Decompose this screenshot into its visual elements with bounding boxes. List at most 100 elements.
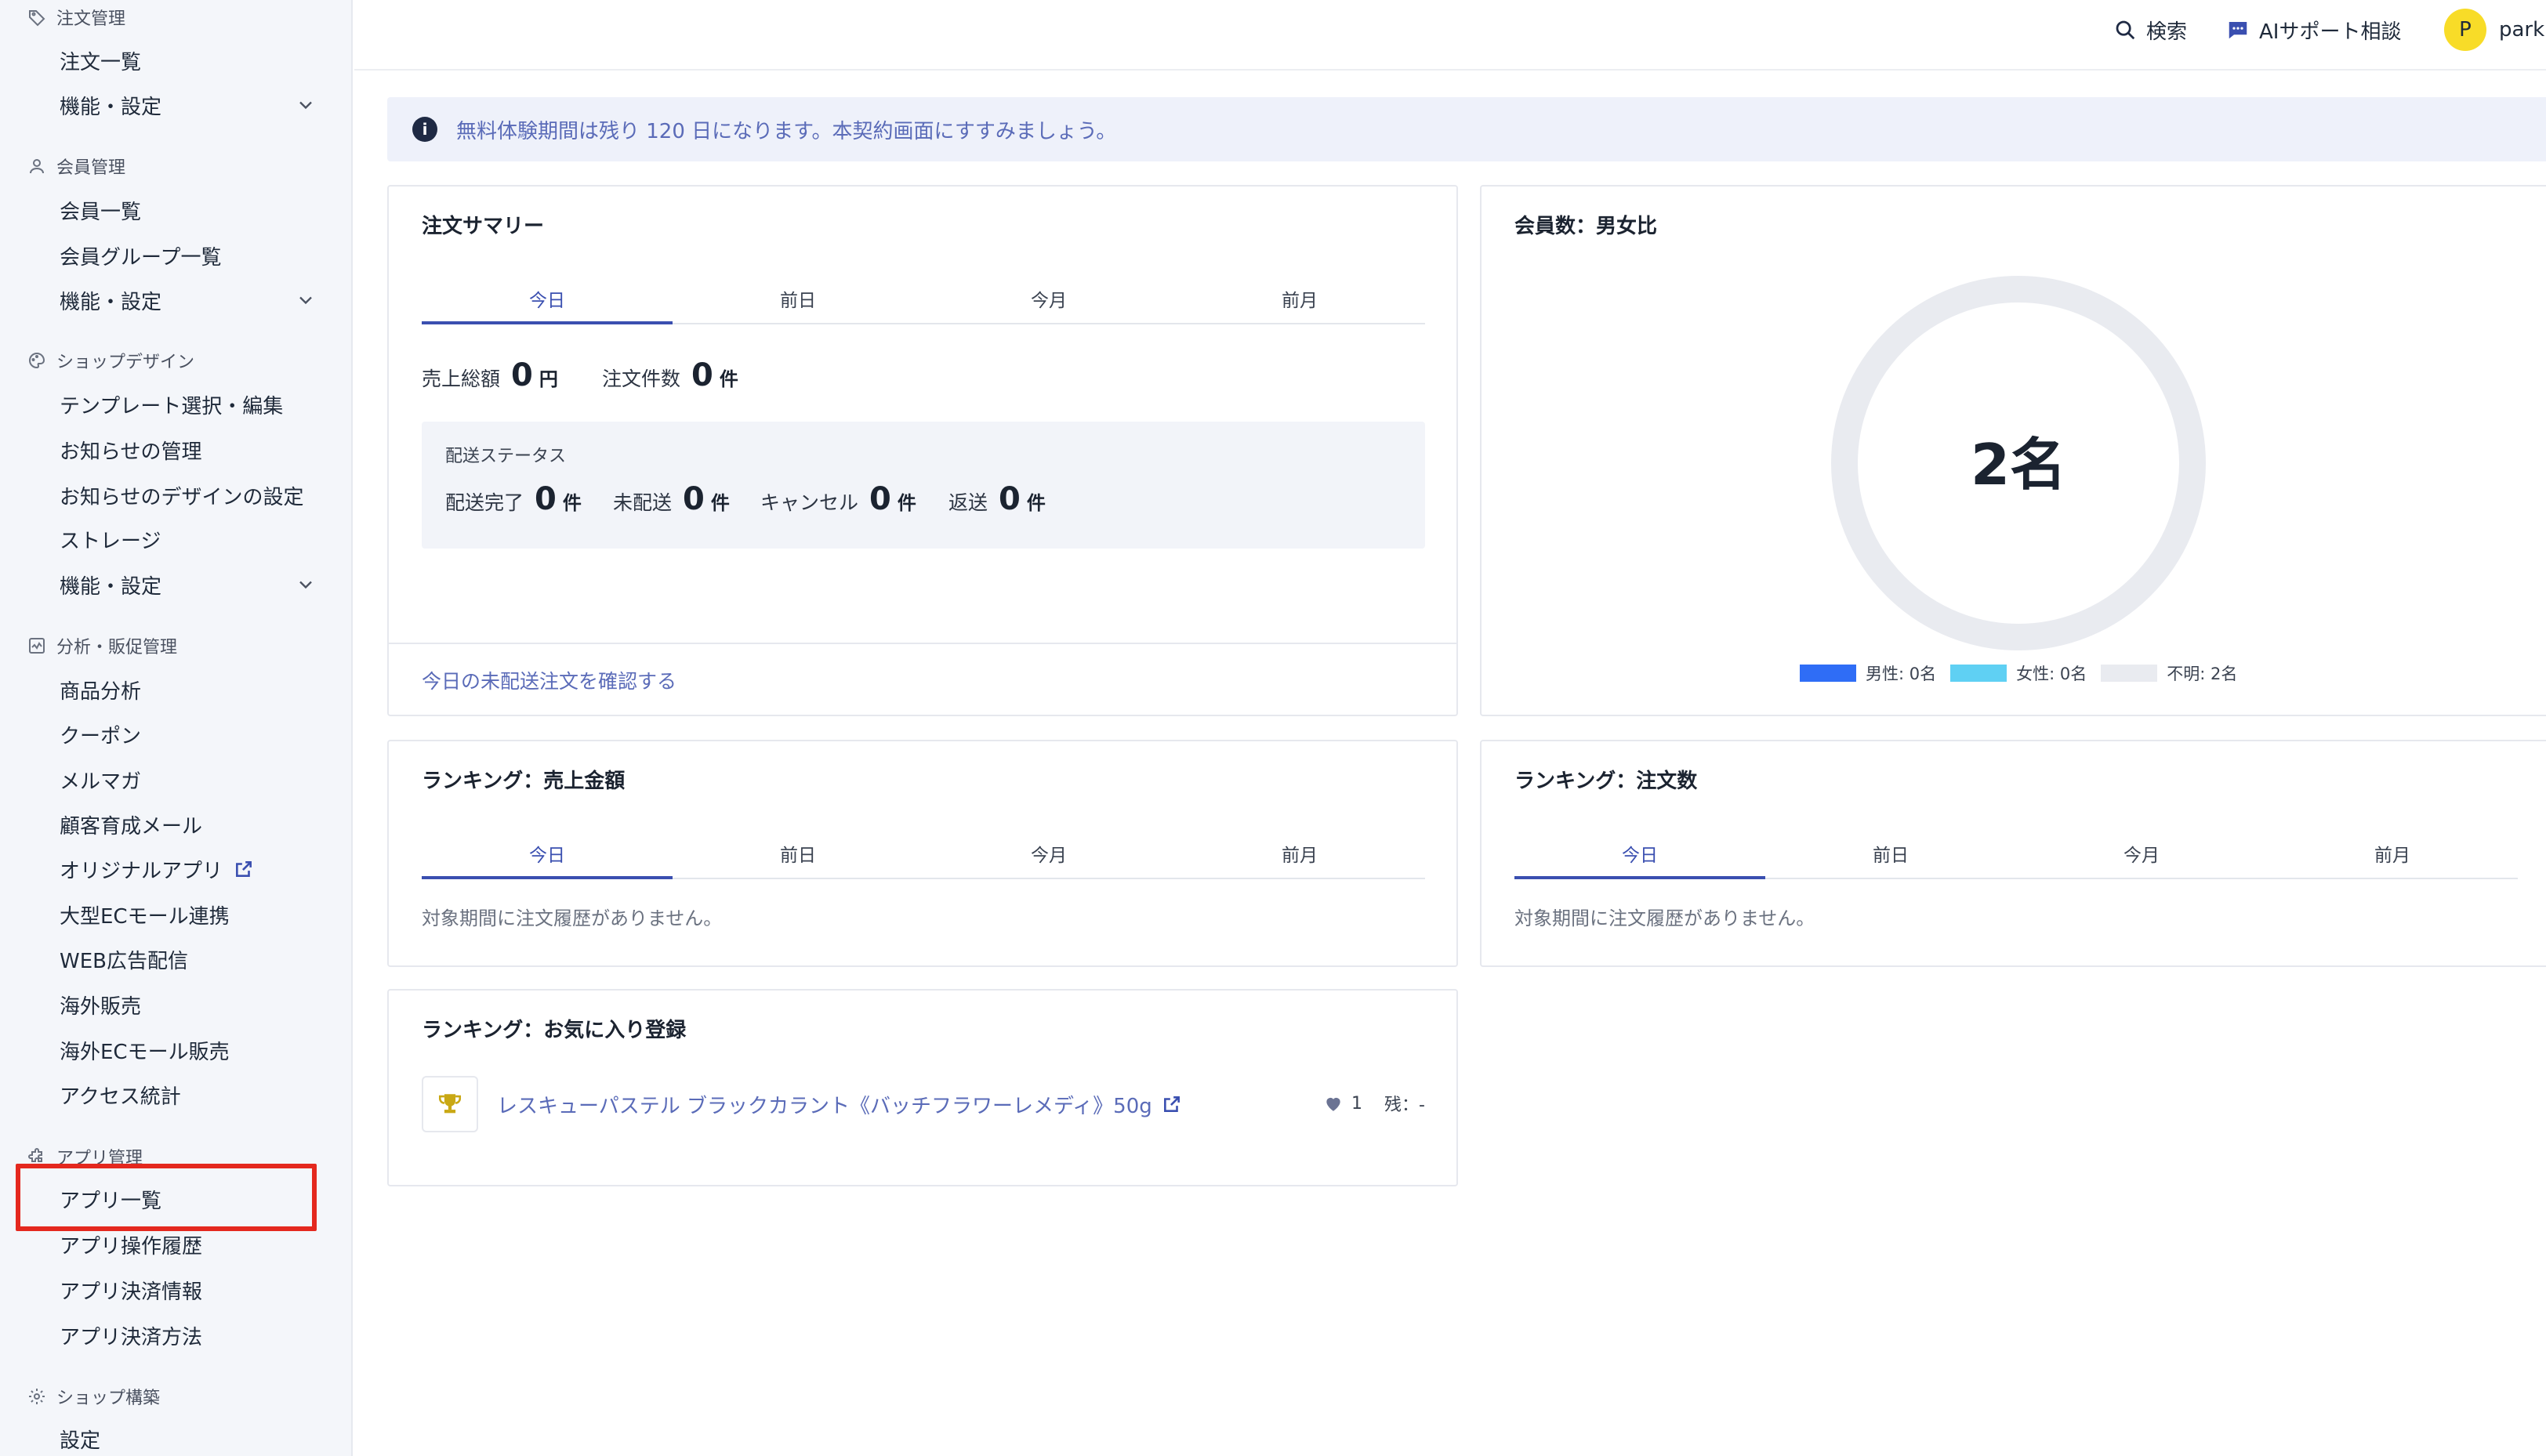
external-link-icon [236,861,252,877]
sidebar-item-order-settings[interactable]: 機能・設定 [60,88,312,122]
search-icon [2116,20,2135,40]
tab-today[interactable]: 今日 [422,829,673,879]
tab-last-month[interactable]: 前月 [2267,829,2518,878]
section-order-management: 注文管理 [27,2,125,33]
stock-count: 残：- [1384,1096,1425,1115]
empty-message: 対象期間に注文履歴がありません。 [422,907,723,929]
sidebar-item-overseas-sales[interactable]: 海外販売 [60,987,141,1022]
tag-icon [27,7,47,27]
tab-yesterday[interactable]: 前日 [673,274,923,323]
sidebar-item-app-payment-method[interactable]: アプリ決済方法 [60,1318,202,1353]
sidebar-item-ec-mall[interactable]: 大型ECモール連携 [60,897,230,932]
sidebar-item-coupon[interactable]: クーポン [60,717,141,752]
ranking-sales-card: ランキング：売上金額 今日 前日 今月 前月 対象期間に注文履歴がありません。 [387,740,1458,967]
tab-yesterday[interactable]: 前日 [673,829,923,878]
trial-banner: i 無料体験期間は残り 120 日になります。本契約画面にすすみましょう。 [387,97,2546,161]
sidebar-item-news-management[interactable]: お知らせの管理 [60,433,201,467]
sidebar-item-settings[interactable]: 設定 [60,1422,100,1456]
section-member-management: 会員管理 [27,150,125,182]
tab-last-month[interactable]: 前月 [1174,829,1425,878]
tab-yesterday[interactable]: 前日 [1765,829,2016,878]
highlight-box [16,1164,317,1231]
period-tabs: 今日 前日 今月 前月 [422,274,1425,324]
heart-icon [1326,1097,1340,1111]
sidebar-item-original-app[interactable]: オリジナルアプリ [60,852,254,886]
tab-this-month[interactable]: 今月 [923,829,1174,878]
unshipped-orders-link[interactable]: 今日の未配送注文を確認する [422,666,676,694]
sidebar-item-news-design[interactable]: お知らせのデザインの設定 [60,478,303,512]
section-shop-build: ショップ構築 [27,1381,160,1412]
tab-today[interactable]: 今日 [1514,829,1765,879]
legend-unknown: 不明: 2名 [2101,661,2237,685]
user-menu[interactable]: P park [2444,8,2544,52]
card-title: 会員数：男女比 [1514,215,1658,238]
top-bar: 検索 AIサポート相談 P park [354,0,2546,71]
sidebar-item-web-ads[interactable]: WEB広告配信 [60,942,188,976]
gear-icon [27,1386,47,1407]
shipping-status-title: 配送ステータス [445,447,567,466]
sidebar-item-overseas-ec-mall[interactable]: 海外ECモール販売 [60,1033,230,1067]
palette-icon [27,350,47,371]
member-gender-card: 会員数：男女比 2名 男性: 0名 女性: 0名 不明: 2名 [1480,185,2546,716]
user-name: park [2499,18,2545,42]
period-tabs: 今日 前日 今月 前月 [422,829,1425,879]
gender-donut-chart: 2名 [1831,276,2206,650]
user-icon [27,156,47,176]
avatar: P [2444,9,2486,51]
card-title: 注文サマリー [422,215,545,238]
section-analytics: 分析・販促管理 [27,630,177,661]
order-count: 注文件数 0 件 [602,357,738,393]
sidebar-item-member-group-list[interactable]: 会員グループ一覧 [60,238,221,273]
shipping-cancelled: キャンセル 0 件 [760,481,916,517]
period-tabs: 今日 前日 今月 前月 [1514,829,2518,879]
empty-message: 対象期間に注文履歴がありません。 [1514,907,1815,929]
chat-icon [2229,22,2247,39]
tab-this-month[interactable]: 今月 [923,274,1174,323]
chevron-down-icon [299,296,312,305]
sidebar-item-order-list[interactable]: 注文一覧 [60,43,141,78]
favorite-stats: 1 残：- [1323,1091,1425,1116]
sidebar-item-template-edit[interactable]: テンプレート選択・編集 [60,387,283,422]
member-total: 2名 [1971,432,2066,498]
section-shop-design: ショップデザイン [27,345,194,376]
sidebar-item-design-settings[interactable]: 機能・設定 [60,567,312,602]
sidebar-item-app-history[interactable]: アプリ操作履歴 [60,1227,202,1262]
tab-this-month[interactable]: 今月 [2016,829,2267,878]
list-item: レスキューパステル ブラックカラント《バッチフラワーレメディ》50g 1 残：- [422,1076,1425,1132]
card-divider [389,643,1456,644]
sales-total: 売上総額 0 円 [422,357,558,393]
tab-last-month[interactable]: 前月 [1174,274,1425,323]
ranking-favorites-card: ランキング：お気に入り登録 レスキューパステル ブラックカラント《バッチフラワー… [387,989,1458,1186]
legend-female: 女性: 0名 [1950,661,2087,685]
sidebar-item-member-list[interactable]: 会員一覧 [60,193,141,227]
sidebar-item-storage[interactable]: ストレージ [60,522,161,556]
sidebar-item-member-settings[interactable]: 機能・設定 [60,283,312,317]
sidebar-item-access-stats[interactable]: アクセス統計 [60,1078,181,1112]
search-button[interactable]: 検索 [2113,14,2187,45]
product-link[interactable]: レスキューパステル ブラックカラント《バッチフラワーレメディ》50g [497,1090,1182,1119]
sidebar-item-mail-magazine[interactable]: メルマガ [60,762,141,797]
card-title: ランキング：売上金額 [422,770,626,793]
shipping-done: 配送完了 0 件 [445,481,582,517]
sidebar: 注文管理 注文一覧 機能・設定 会員管理 会員一覧 会員グループ一覧 機能・設定… [0,0,353,1456]
sidebar-item-app-payment-info[interactable]: アプリ決済情報 [60,1273,202,1307]
legend-male: 男性: 0名 [1800,661,1936,685]
chart-icon [27,636,47,656]
ranking-orders-card: ランキング：注文数 今日 前日 今月 前月 対象期間に注文履歴がありません。 [1480,740,2546,967]
shipping-pending: 未配送 0 件 [613,481,730,517]
card-title: ランキング：お気に入り登録 [422,1019,687,1042]
tab-today[interactable]: 今日 [422,274,673,324]
sidebar-item-nurture-mail[interactable]: 顧客育成メール [60,807,202,842]
shipping-returned: 返送 0 件 [948,481,1046,517]
like-count: 1 [1351,1093,1363,1114]
trophy-icon [422,1076,478,1132]
order-summary-card: 注文サマリー 今日 前日 今月 前月 売上総額 0 円 注文件数 0 件 配送ス… [387,185,1458,716]
sidebar-item-product-analysis[interactable]: 商品分析 [60,672,141,707]
external-link-icon [1163,1096,1180,1112]
trial-banner-text: 無料体験期間は残り 120 日になります。本契約画面にすすみましょう。 [456,119,1117,143]
card-title: ランキング：注文数 [1514,770,1698,793]
chevron-down-icon [299,101,312,110]
gender-legend: 男性: 0名 女性: 0名 不明: 2名 [1800,661,2251,685]
ai-support-button[interactable]: AIサポート相談 [2226,14,2401,45]
chevron-down-icon [299,581,312,589]
